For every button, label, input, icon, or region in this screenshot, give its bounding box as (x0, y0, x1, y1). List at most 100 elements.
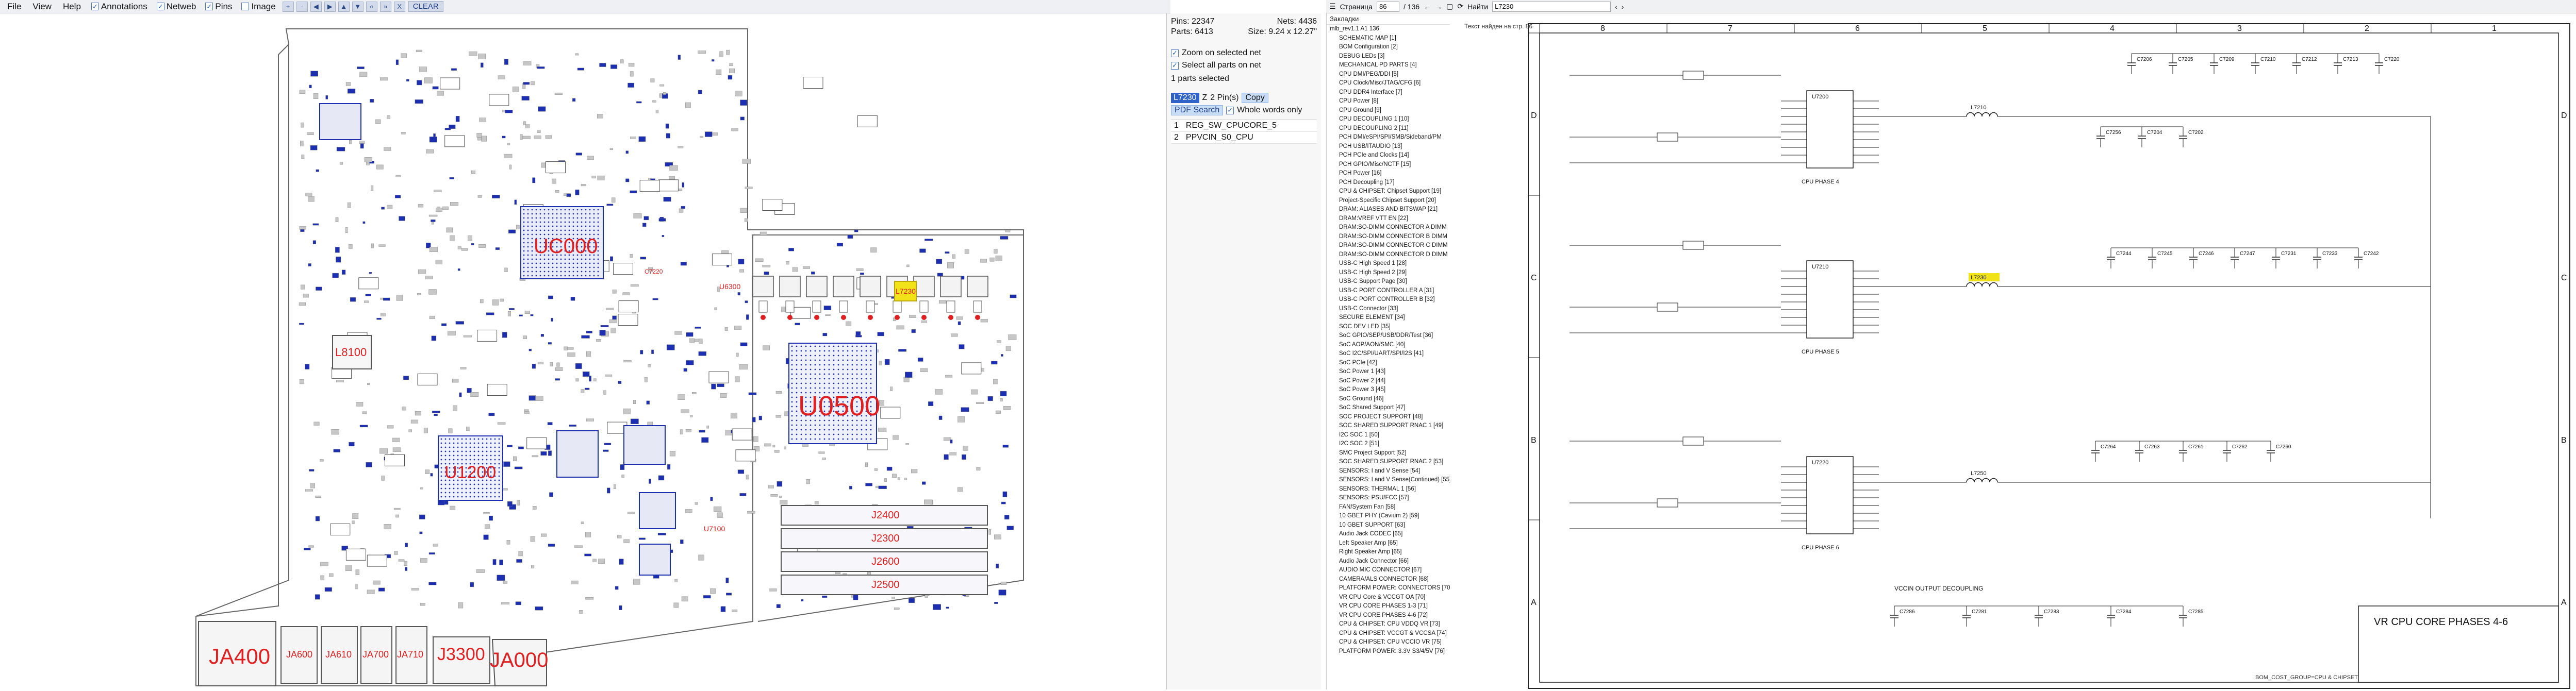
checkbox-checked-icon[interactable]: ✓ (1171, 49, 1179, 57)
chip-mid-3[interactable] (639, 492, 676, 529)
z-label[interactable]: Z (1202, 93, 1208, 103)
bookmark-item[interactable]: Left Speaker Amp [65] (1327, 539, 1450, 548)
copy-button[interactable]: Copy (1242, 93, 1268, 103)
find-next-icon[interactable]: › (1622, 3, 1624, 11)
fit-page-icon[interactable]: ▢ (1446, 2, 1453, 11)
clear-button[interactable]: CLEAR (408, 1, 443, 12)
chip-top-left[interactable] (319, 103, 361, 140)
bookmark-item[interactable]: PCH Power [16] (1327, 169, 1450, 178)
bookmark-item[interactable]: SENSORS: I and V Sense [54] (1327, 467, 1450, 476)
part-name-chip[interactable]: L7230 (1171, 93, 1199, 103)
menu-help[interactable]: Help (58, 1, 86, 13)
bookmark-item[interactable]: PLATFORM POWER: CONNECTORS [70] (1327, 584, 1450, 593)
page-number-input[interactable]: 86 (1377, 1, 1400, 12)
bookmark-item[interactable]: SENSORS: PSU/FCC [57] (1327, 494, 1450, 503)
rotate-icon[interactable]: ⟳ (1457, 2, 1463, 11)
bookmark-item[interactable]: CPU & CHIPSET: CPU VDDQ VR [73] (1327, 620, 1450, 629)
bookmark-item[interactable]: CPU & CHIPSET: VCCGT & VCCSA [74] (1327, 629, 1450, 638)
bookmark-item[interactable]: SoC Shared Support [47] (1327, 403, 1450, 413)
bookmark-item[interactable]: Project-Specific Chipset Support [20] (1327, 196, 1450, 206)
bookmark-item[interactable]: CAMERA/ALS CONNECTOR [68] (1327, 575, 1450, 584)
bookmark-item[interactable]: AUDIO MIC CONNECTOR [67] (1327, 566, 1450, 575)
sidebar-toggle-icon[interactable]: ☰ (1329, 2, 1336, 11)
table-row[interactable]: 2 PPVCIN_S0_CPU (1171, 132, 1317, 144)
bookmark-item[interactable]: PCH DMI/eSPI/SPI/SMB/Sideband/PM (1327, 133, 1450, 142)
bookmark-item[interactable]: SoC Ground [46] (1327, 395, 1450, 404)
netweb-toggle[interactable]: ✓ Netweb (153, 1, 201, 13)
zoom-out-button[interactable]: - (296, 1, 308, 12)
bookmark-item[interactable]: SOC PROJECT SUPPORT [48] (1327, 413, 1450, 422)
bookmark-item[interactable]: MECHANICAL PD PARTS [4] (1327, 61, 1450, 70)
checkbox-checked-icon[interactable]: ✓ (205, 3, 213, 10)
bookmark-item[interactable]: PLATFORM POWER: 3.3V S3/4/5V [76] (1327, 647, 1450, 656)
bookmark-item[interactable]: SoC PCIe [42] (1327, 359, 1450, 368)
board-view[interactable]: UC000 U0500 U1200 J2400 J2300 J2600 J250… (0, 13, 1165, 689)
bookmark-item[interactable]: Right Speaker Amp [65] (1327, 548, 1450, 557)
bookmark-item[interactable]: CPU DECOUPLING 1 [10] (1327, 115, 1450, 124)
annotations-toggle[interactable]: ✓ Annotations (87, 1, 152, 13)
flip-down-button[interactable]: ▼ (352, 1, 364, 12)
select-all-row[interactable]: ✓ Select all parts on net (1171, 61, 1317, 70)
schematic-view[interactable]: 87654321 DDCCBBAA U7200 L7210 CPU PHASE 4U… (1451, 13, 2576, 689)
prev-button[interactable]: « (366, 1, 377, 12)
bookmark-item[interactable]: DRAM:SO-DIMM CONNECTOR A DIMM (1327, 223, 1450, 232)
bookmark-item[interactable]: VR CPU CORE PHASES 4-6 [72] (1327, 611, 1450, 620)
chip-mid-1[interactable] (556, 430, 599, 478)
bookmark-item[interactable]: DRAM:VREF VTT EN [22] (1327, 214, 1450, 224)
bookmark-item[interactable]: CPU & CHIPSET: Chipset Support [19] (1327, 187, 1450, 196)
bookmark-item[interactable]: PCH GPIO/Misc/NCTF [15] (1327, 160, 1450, 170)
bookmark-item[interactable]: 10 GBET SUPPORT [63] (1327, 521, 1450, 530)
prev-page-icon[interactable]: ← (1424, 3, 1431, 11)
bookmark-item[interactable]: SoC GPIO/SEP/USB/DDR/Test [36] (1327, 331, 1450, 341)
bookmark-item[interactable]: SoC Power 3 [45] (1327, 385, 1450, 395)
bookmark-item[interactable]: DRAM:SO-DIMM CONNECTOR D DIMM (1327, 250, 1450, 260)
bookmark-item[interactable]: SoC I2C/SPI/UART/SPI/I2S [41] (1327, 349, 1450, 359)
pins-toggle[interactable]: ✓ Pins (201, 1, 236, 13)
bookmark-item[interactable]: USB-C PORT CONTROLLER A [31] (1327, 286, 1450, 296)
chip-mid-4[interactable] (639, 544, 671, 576)
bookmark-item[interactable]: DEBUG LEDs [3] (1327, 52, 1450, 61)
bookmark-item[interactable]: SENSORS: THERMAL 1 [56] (1327, 485, 1450, 494)
checkbox-checked-icon[interactable]: ✓ (1226, 106, 1234, 114)
bookmark-item[interactable]: PCH PCIe and Clocks [14] (1327, 151, 1450, 160)
bookmark-item[interactable]: SoC AOP/AON/SMC [40] (1327, 341, 1450, 350)
next-page-icon[interactable]: → (1435, 3, 1442, 11)
zoom-selected-row[interactable]: ✓ Zoom on selected net (1171, 48, 1317, 58)
bookmark-item[interactable]: USB-C High Speed 1 [28] (1327, 259, 1450, 268)
board-canvas[interactable]: UC000 U0500 U1200 J2400 J2300 J2600 J250… (0, 13, 1165, 689)
bookmark-item[interactable]: SENSORS: I and V Sense(Continued) [55] (1327, 476, 1450, 485)
bookmark-item[interactable]: USB-C Connector [33] (1327, 305, 1450, 314)
bookmark-item[interactable]: CPU & CHIPSET: CPU VCCIO VR [75] (1327, 638, 1450, 647)
bookmark-item[interactable]: VR CPU CORE PHASES 1-3 [71] (1327, 602, 1450, 611)
bookmark-item[interactable]: DRAM:SO-DIMM CONNECTOR C DIMM (1327, 241, 1450, 250)
bookmark-item[interactable]: VR CPU Core & VCCGT OA [70] (1327, 593, 1450, 602)
bookmark-item[interactable]: SOC SHARED SUPPORT RNAC 1 [49] (1327, 422, 1450, 431)
rotate-right-button[interactable]: ▶ (324, 1, 336, 12)
bookmark-item[interactable]: USB-C Support Page [30] (1327, 277, 1450, 286)
image-toggle[interactable]: Image (237, 1, 279, 13)
rotate-left-button[interactable]: ◀ (310, 1, 322, 12)
menu-view[interactable]: View (27, 1, 57, 13)
bookmark-item[interactable]: DRAM: ALIASES AND BITSWAP [21] (1327, 205, 1450, 214)
checkbox-checked-icon[interactable]: ✓ (156, 3, 164, 10)
bookmark-item[interactable]: I2C SOC 2 [51] (1327, 440, 1450, 449)
bookmark-item[interactable]: Audio Jack Connector [66] (1327, 557, 1450, 566)
bookmark-item[interactable]: PCH Decoupling [17] (1327, 178, 1450, 188)
bookmark-item[interactable]: I2C SOC 1 [50] (1327, 431, 1450, 440)
bookmark-item[interactable]: SECURE ELEMENT [34] (1327, 313, 1450, 323)
bookmark-item[interactable]: FAN/System Fan [58] (1327, 503, 1450, 512)
bookmark-item[interactable]: PCH USB/ITAUDIO [13] (1327, 142, 1450, 151)
bookmark-item[interactable]: BOM Configuration [2] (1327, 43, 1450, 52)
bookmark-item[interactable]: SMC Project Support [52] (1327, 449, 1450, 458)
pdf-search-button[interactable]: PDF Search (1171, 105, 1224, 115)
bookmark-item[interactable]: SoC Power 2 [44] (1327, 377, 1450, 386)
menu-file[interactable]: File (2, 1, 26, 13)
bookmark-item[interactable]: 10 GBET PHY (Cavium 2) [59] (1327, 512, 1450, 521)
bookmark-item[interactable]: SOC SHARED SUPPORT RNAC 2 [53] (1327, 458, 1450, 467)
bookmark-item[interactable]: USB-C PORT CONTROLLER B [32] (1327, 295, 1450, 305)
zoom-in-button[interactable]: + (282, 1, 294, 12)
schematic-canvas[interactable]: 87654321 D DC CB BA A U7200L7210CPU PHASE 4U… (1451, 13, 2576, 689)
bookmark-item[interactable]: DRAM:SO-DIMM CONNECTOR B DIMM (1327, 232, 1450, 242)
bookmark-item[interactable]: SOC DEV LED [35] (1327, 323, 1450, 332)
chip-mid-2[interactable] (623, 425, 666, 465)
